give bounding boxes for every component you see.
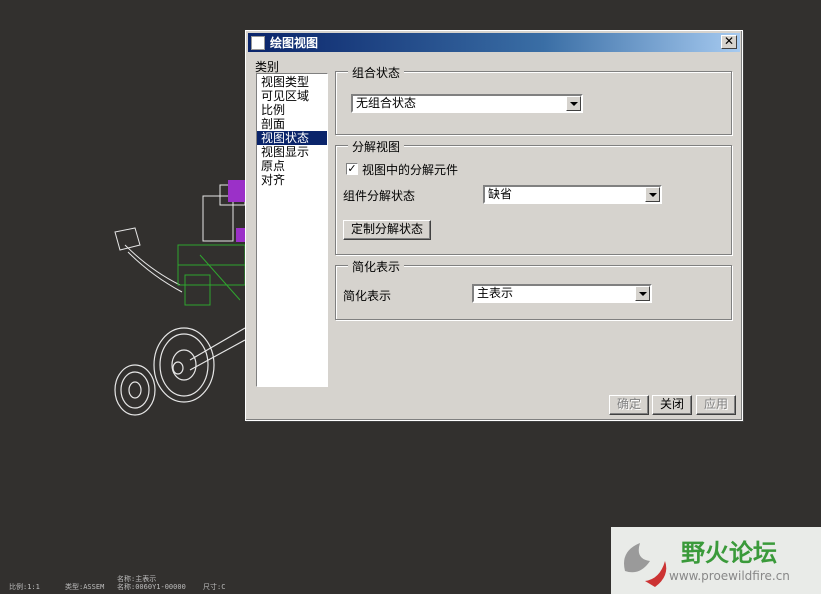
simplified-rep-group: 简化表示 简化表示 主表示 [335, 258, 732, 320]
arm-graphic [114, 227, 183, 293]
category-item[interactable]: 对齐 [257, 173, 327, 187]
category-item[interactable]: 可见区域 [257, 89, 327, 103]
status-type: 类型:ASSEM [65, 583, 105, 591]
category-item[interactable]: 视图状态 [257, 131, 327, 145]
component-state-value: 缺省 [488, 187, 513, 201]
category-item[interactable]: 视图显示 [257, 145, 327, 159]
watermark-url: www.proewildfire.cn [669, 569, 790, 583]
explode-view-group: 分解视图 ✓ 视图中的分解元件 组件分解状态 缺省 定制分解状态 [335, 138, 732, 255]
simplified-rep-legend: 简化表示 [348, 258, 405, 275]
flame-logo-icon [624, 543, 667, 587]
category-list[interactable]: 视图类型 可见区域 比例 剖面 视图状态 视图显示 原点 对齐 [256, 73, 328, 387]
chevron-down-icon[interactable] [645, 187, 660, 202]
combined-state-value: 无组合状态 [356, 96, 417, 110]
close-button[interactable]: 关闭 [652, 395, 692, 415]
apply-button[interactable]: 应用 [696, 395, 736, 415]
combined-state-group: 组合状态 无组合状态 [335, 64, 732, 135]
status-size: 尺寸:C [203, 583, 226, 591]
component-state-select[interactable]: 缺省 [483, 185, 662, 204]
simplified-rep-label: 简化表示 [343, 289, 392, 303]
component-state-label: 组件分解状态 [343, 189, 416, 203]
status-scale: 比例:1:1 [9, 583, 40, 591]
explode-view-legend: 分解视图 [348, 138, 405, 155]
combined-state-legend: 组合状态 [348, 64, 405, 81]
category-item[interactable]: 视图类型 [257, 75, 327, 89]
wheel-graphic [114, 327, 246, 416]
status-name: 名称:0060Y1-00000 [117, 583, 186, 591]
watermark-title: 野火论坛 [681, 539, 777, 567]
close-icon[interactable]: ✕ [721, 35, 737, 49]
category-item[interactable]: 剖面 [257, 117, 327, 131]
dialog-titlebar[interactable]: 绘图视图 ✕ [248, 33, 740, 52]
custom-explode-state-button[interactable]: 定制分解状态 [343, 220, 431, 240]
watermark-logo: 野火论坛 www.proewildfire.cn [611, 527, 821, 594]
drawing-view-dialog: 绘图视图 ✕ 类别 视图类型 可见区域 比例 剖面 视图状态 视图显示 原点 对齐 组合状态 … [245, 30, 743, 421]
category-item[interactable]: 原点 [257, 159, 327, 173]
simplified-rep-value: 主表示 [477, 286, 514, 300]
category-item[interactable]: 比例 [257, 103, 327, 117]
explode-checkbox[interactable]: ✓ [346, 163, 358, 175]
window-icon [251, 35, 265, 50]
purple-component-graphic [228, 180, 245, 242]
ok-button[interactable]: 确定 [609, 395, 649, 415]
simplified-rep-select[interactable]: 主表示 [472, 284, 652, 303]
dialog-title: 绘图视图 [270, 36, 319, 50]
frame-graphic [177, 244, 246, 306]
explode-checkbox-label: 视图中的分解元件 [362, 163, 459, 177]
combined-state-select[interactable]: 无组合状态 [351, 94, 583, 113]
chevron-down-icon[interactable] [635, 286, 650, 301]
chevron-down-icon[interactable] [566, 96, 581, 111]
